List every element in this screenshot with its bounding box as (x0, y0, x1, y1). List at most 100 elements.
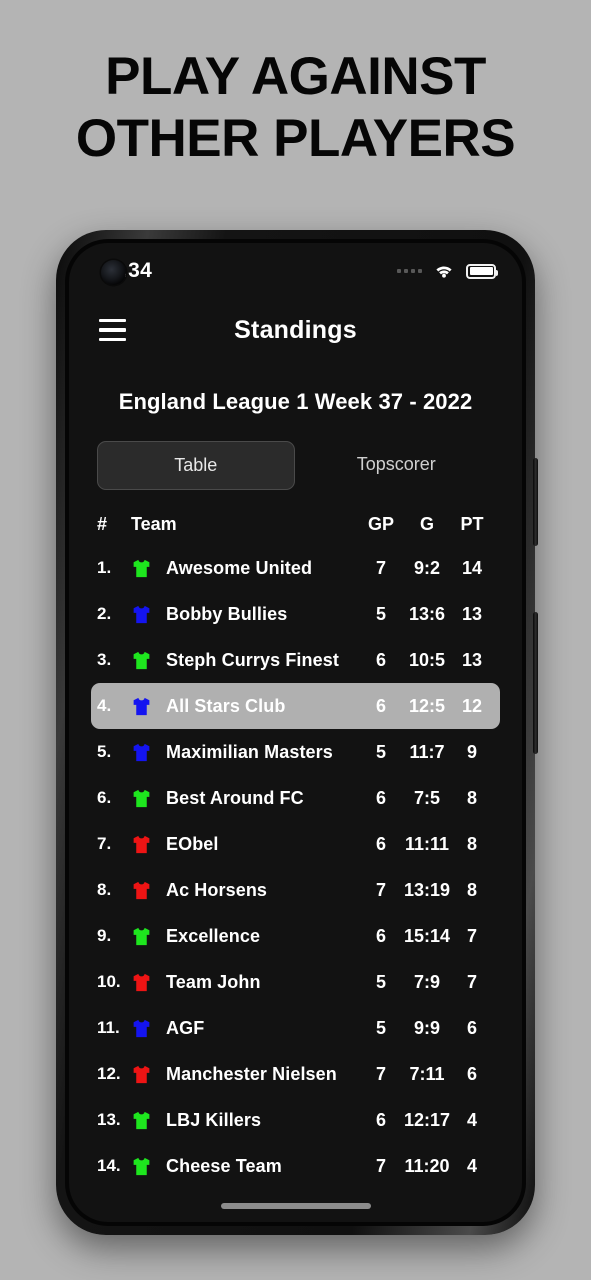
row-team-cell: Cheese Team (131, 1156, 358, 1177)
column-header-team: Team (131, 514, 177, 534)
row-team-name: Bobby Bullies (166, 603, 288, 624)
jersey-icon (133, 789, 150, 807)
row-points: 8 (466, 879, 477, 900)
row-goals: 11:20 (404, 1155, 450, 1176)
table-row[interactable]: 5. Maximilian Masters 5 11:7 9 (91, 729, 500, 775)
row-games-played: 6 (375, 649, 386, 670)
table-row[interactable]: 7. EObel 6 11:11 8 (91, 821, 500, 867)
row-goals: 13:6 (408, 603, 446, 624)
row-team-name: Maximilian Masters (166, 741, 333, 762)
page-title: Standings (234, 315, 357, 344)
row-team-name: Excellence (166, 925, 261, 946)
row-team-name: Awesome United (166, 557, 313, 578)
table-row[interactable]: 8. Ac Horsens 7 13:19 8 (91, 867, 500, 913)
jersey-icon (133, 651, 150, 669)
row-rank: 6. (97, 788, 112, 807)
home-indicator[interactable] (220, 1203, 371, 1209)
row-team-name: EObel (166, 833, 219, 854)
table-row[interactable]: 3. Steph Currys Finest 6 10:5 13 (91, 637, 500, 683)
table-row[interactable]: 9. Excellence 6 15:14 7 (91, 913, 500, 959)
row-team-cell: Maximilian Masters (131, 742, 358, 763)
phone-screen: 9.34 Standings England League 1 Week 37 … (69, 243, 522, 1222)
row-points: 4 (466, 1109, 477, 1130)
wifi-icon (436, 266, 452, 278)
table-row[interactable]: 10. Team John 5 7:9 7 (91, 959, 500, 1005)
row-points: 6 (466, 1063, 477, 1084)
row-team-name: Team John (166, 971, 261, 992)
tab-table[interactable]: Table (97, 441, 295, 490)
row-points: 8 (466, 833, 477, 854)
row-rank: 8. (97, 880, 112, 899)
table-row[interactable]: 4. All Stars Club 6 12:5 12 (91, 683, 500, 729)
row-points: 14 (461, 557, 483, 578)
row-goals: 11:7 (409, 741, 445, 762)
row-team-name: Cheese Team (166, 1155, 282, 1176)
row-points: 7 (466, 971, 477, 992)
row-team-name: Ac Horsens (166, 879, 268, 900)
row-games-played: 6 (375, 833, 386, 854)
row-points: 13 (461, 603, 483, 624)
volume-button[interactable] (533, 458, 538, 546)
row-points: 13 (461, 649, 483, 670)
front-camera-punch-hole (101, 260, 126, 285)
promo-line-2: OTHER PLAYERS (75, 109, 516, 168)
promo-line-1: PLAY AGAINST (105, 47, 486, 106)
jersey-icon (133, 1019, 150, 1037)
row-goals: 9:9 (413, 1017, 440, 1038)
jersey-icon (133, 881, 150, 899)
row-team-name: Manchester Nielsen (166, 1063, 337, 1084)
row-games-played: 7 (375, 1155, 386, 1176)
battery-full-icon (466, 263, 498, 279)
row-goals: 13:19 (404, 879, 451, 900)
row-team-cell: EObel (131, 834, 358, 855)
row-team-cell: Team John (131, 972, 358, 993)
row-goals: 7:5 (413, 787, 440, 808)
row-team-cell: AGF (131, 1018, 358, 1039)
signal-dots-icon (397, 269, 422, 273)
table-row[interactable]: 11. AGF 5 9:9 6 (91, 1005, 500, 1051)
row-team-cell: Best Around FC (131, 788, 358, 809)
row-games-played: 7 (375, 1063, 386, 1084)
row-team-cell: Steph Currys Finest (131, 650, 358, 671)
row-team-cell: Bobby Bullies (131, 604, 358, 625)
power-button[interactable] (533, 612, 538, 754)
table-row[interactable]: 6. Best Around FC 6 7:5 8 (91, 775, 500, 821)
row-rank: 1. (97, 558, 112, 577)
column-header-rank: # (97, 514, 108, 534)
row-team-cell: LBJ Killers (131, 1110, 358, 1131)
table-row[interactable]: 1. Awesome United 7 9:2 14 (91, 545, 500, 591)
table-row[interactable]: 13. LBJ Killers 6 12:17 4 (91, 1097, 500, 1143)
phone-bezel: 9.34 Standings England League 1 Week 37 … (65, 239, 526, 1226)
row-games-played: 5 (375, 741, 386, 762)
jersey-icon (133, 973, 150, 991)
row-team-name: All Stars Club (166, 695, 286, 716)
promo-headline: PLAY AGAINST OTHER PLAYERS (0, 46, 591, 170)
row-games-played: 6 (375, 1109, 386, 1130)
row-rank: 12. (97, 1064, 121, 1083)
column-header-gp: GP (367, 514, 394, 534)
row-goals: 12:17 (404, 1109, 451, 1130)
jersey-icon (133, 835, 150, 853)
row-goals: 9:2 (413, 557, 440, 578)
row-rank: 7. (97, 834, 112, 853)
row-points: 6 (466, 1017, 477, 1038)
row-rank: 5. (97, 742, 112, 761)
table-row[interactable]: 2. Bobby Bullies 5 13:6 13 (91, 591, 500, 637)
row-team-name: Steph Currys Finest (166, 649, 339, 670)
column-header-pt: PT (460, 514, 484, 534)
tab-topscorer[interactable]: Topscorer (299, 441, 495, 490)
row-rank: 2. (97, 604, 112, 623)
jersey-icon (133, 605, 150, 623)
table-row[interactable]: 12. Manchester Nielsen 7 7:11 6 (91, 1051, 500, 1097)
tab-bar: Table Topscorer (69, 441, 522, 490)
standings-list: 1. Awesome United 7 9:2 14 2. Bobby Bullies 5 13… (69, 545, 522, 1189)
row-team-name: AGF (166, 1017, 205, 1038)
table-row[interactable]: 14. Cheese Team 7 11:20 4 (91, 1143, 500, 1189)
table-header-row: # Team GP G PT (69, 490, 522, 545)
row-points: 7 (466, 925, 477, 946)
row-rank: 9. (97, 926, 112, 945)
row-games-played: 6 (375, 787, 386, 808)
row-goals: 7:11 (409, 1063, 445, 1084)
row-games-played: 6 (375, 925, 386, 946)
row-games-played: 5 (375, 1017, 386, 1038)
